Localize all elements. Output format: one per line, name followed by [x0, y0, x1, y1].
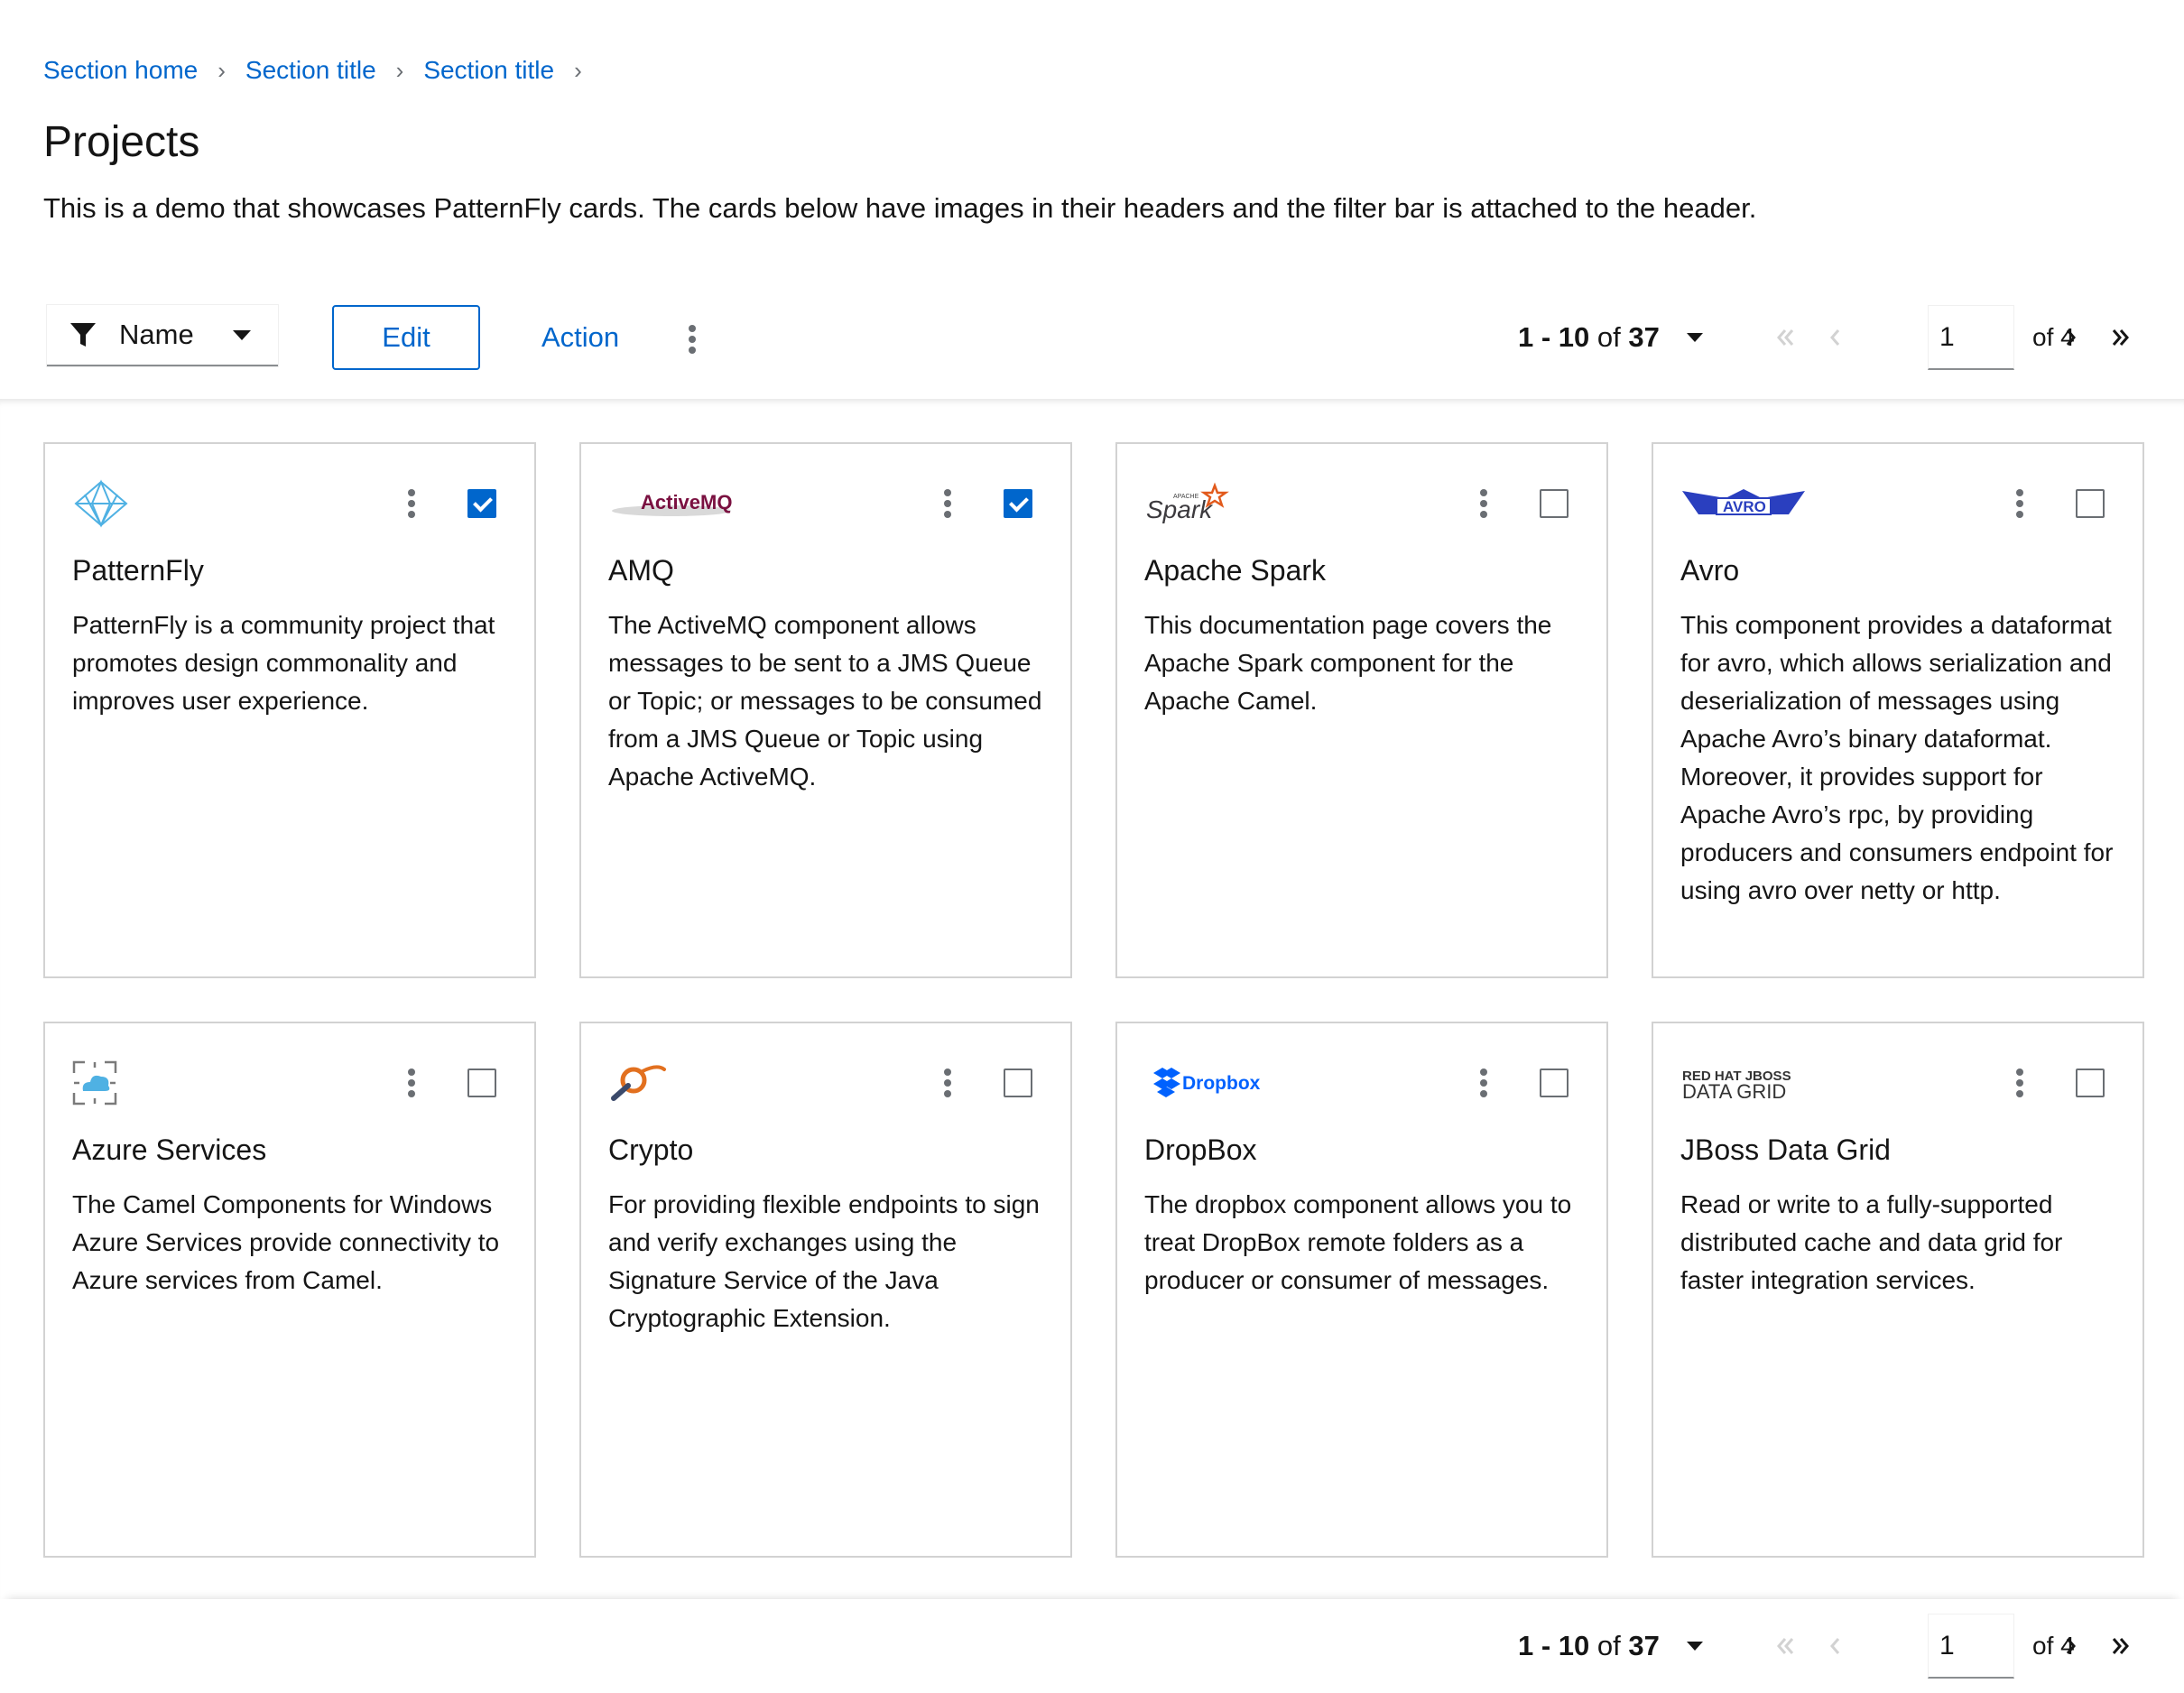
- angle-double-right-icon: [2112, 1638, 2129, 1654]
- page-header: Section home › Section title › Section t…: [0, 0, 2184, 399]
- card-body: This component provides a dataformat for…: [1680, 611, 2114, 904]
- caret-down-icon: [1686, 1642, 1703, 1651]
- caret-down-icon: [1686, 333, 1703, 342]
- card-select-checkbox[interactable]: [467, 1069, 496, 1097]
- card-crypto[interactable]: Crypto For providing flexible endpoints …: [579, 1022, 1072, 1558]
- page-title: Projects: [43, 118, 200, 166]
- chevron-right-icon: ›: [395, 56, 404, 84]
- angle-double-left-icon: [1777, 1638, 1794, 1654]
- card-title: Avro: [1680, 554, 1740, 587]
- angle-right-icon: [2066, 329, 2076, 346]
- card-body: Read or write to a fully-supported distr…: [1680, 1190, 2063, 1294]
- page-description: This is a demo that showcases PatternFly…: [43, 192, 1757, 224]
- previous-page-button[interactable]: [1818, 305, 1854, 370]
- chevron-right-icon: ›: [217, 56, 226, 84]
- edit-button[interactable]: Edit: [332, 305, 480, 370]
- card-avro[interactable]: AVRO Avro This component provides a data…: [1652, 442, 2144, 978]
- last-page-button[interactable]: [2103, 1614, 2139, 1679]
- card-select-checkbox[interactable]: [2076, 489, 2105, 518]
- card-kebab-icon[interactable]: [1475, 486, 1493, 522]
- card-amq[interactable]: ActiveMQ AMQ The ActiveMQ component allo…: [579, 442, 1072, 978]
- card-kebab-icon[interactable]: [403, 486, 421, 522]
- card-title: Azure Services: [72, 1133, 267, 1166]
- first-page-button[interactable]: [1767, 305, 1803, 370]
- pagination-options-toggle[interactable]: 1 - 10 of 37: [1518, 305, 1703, 370]
- next-page-button[interactable]: [2052, 1614, 2088, 1679]
- svg-text:Spark: Spark: [1146, 495, 1214, 523]
- next-page-button[interactable]: [2052, 305, 2088, 370]
- card-azure-services[interactable]: Azure Services The Camel Components for …: [43, 1022, 536, 1558]
- pagination-options-toggle[interactable]: 1 - 10 of 37: [1518, 1614, 1703, 1679]
- card-apache-spark[interactable]: APACHE Spark Apache Spark This documenta…: [1115, 442, 1608, 978]
- card-select-checkbox[interactable]: [2076, 1069, 2105, 1097]
- last-page-button[interactable]: [2103, 305, 2139, 370]
- action-button[interactable]: Action: [541, 305, 619, 370]
- breadcrumb-section-home[interactable]: Section home: [43, 56, 198, 85]
- current-page-input[interactable]: 1: [1928, 305, 2014, 370]
- breadcrumb-section-title-1[interactable]: Section title: [245, 56, 376, 85]
- card-title: JBoss Data Grid: [1680, 1133, 1891, 1166]
- svg-text:DATA GRID: DATA GRID: [1682, 1080, 1786, 1103]
- card-kebab-icon[interactable]: [2011, 486, 2029, 522]
- chevron-right-icon: ›: [574, 56, 582, 84]
- azure-logo: [72, 1058, 117, 1108]
- card-kebab-icon[interactable]: [403, 1065, 421, 1101]
- activemq-logo: ActiveMQ: [608, 478, 735, 529]
- card-body: The ActiveMQ component allows messages t…: [608, 611, 1042, 791]
- breadcrumb-section-title-2[interactable]: Section title: [423, 56, 554, 85]
- angle-double-right-icon: [2112, 329, 2129, 346]
- avro-logo: AVRO: [1680, 478, 1807, 529]
- card-select-checkbox[interactable]: [1540, 1069, 1569, 1097]
- previous-page-button[interactable]: [1818, 1614, 1854, 1679]
- svg-text:AVRO: AVRO: [1723, 498, 1766, 515]
- card-title: PatternFly: [72, 554, 204, 587]
- first-page-button[interactable]: [1767, 1614, 1803, 1679]
- card-kebab-icon[interactable]: [1475, 1065, 1493, 1101]
- pagination-count: 1 - 10 of 37: [1518, 321, 1660, 353]
- current-page-input[interactable]: 1: [1928, 1614, 2014, 1679]
- pagination-bottom: 1 - 10 of 37 1 of 4: [1518, 1614, 2132, 1679]
- card-title: DropBox: [1144, 1133, 1257, 1166]
- card-dropbox[interactable]: Dropbox DropBox The dropbox component al…: [1115, 1022, 1608, 1558]
- pagination-footer: 1 - 10 of 37 1 of 4: [0, 1599, 2184, 1693]
- card-kebab-icon[interactable]: [2011, 1065, 2029, 1101]
- breadcrumb: Section home › Section title › Section t…: [43, 56, 602, 85]
- filter-select-label: Name: [119, 319, 194, 350]
- angle-right-icon: [2066, 1638, 2076, 1654]
- card-patternfly[interactable]: PatternFly PatternFly is a community pro…: [43, 442, 536, 978]
- dropbox-logo: Dropbox: [1144, 1058, 1262, 1108]
- card-kebab-icon[interactable]: [939, 1065, 957, 1101]
- jboss-logo: RED HAT JBOSS DATA GRID: [1680, 1058, 1834, 1108]
- filter-icon: [70, 323, 96, 347]
- card-select-checkbox[interactable]: [1004, 489, 1032, 518]
- card-select-checkbox[interactable]: [1540, 489, 1569, 518]
- pagination-count: 1 - 10 of 37: [1518, 1630, 1660, 1661]
- spark-logo: APACHE Spark: [1144, 478, 1235, 529]
- crypto-logo: [608, 1058, 671, 1108]
- card-body: The dropbox component allows you to trea…: [1144, 1190, 1572, 1294]
- patternfly-logo: [72, 478, 130, 529]
- card-body: For providing flexible endpoints to sign…: [608, 1190, 1040, 1332]
- angle-left-icon: [1830, 329, 1840, 346]
- toolbar-kebab-icon[interactable]: [683, 321, 701, 357]
- pagination-top: 1 - 10 of 37 1 of 4: [1518, 305, 2132, 370]
- card-title: Apache Spark: [1144, 554, 1327, 587]
- caret-down-icon: [233, 330, 251, 340]
- svg-text:Dropbox: Dropbox: [1182, 1073, 1261, 1094]
- filter-select[interactable]: Name: [47, 305, 278, 366]
- angle-left-icon: [1830, 1638, 1840, 1654]
- card-title: Crypto: [608, 1133, 694, 1166]
- angle-double-left-icon: [1777, 329, 1794, 346]
- card-body: PatternFly is a community project that p…: [72, 611, 495, 715]
- card-title: AMQ: [608, 554, 674, 587]
- card-jboss-data-grid[interactable]: RED HAT JBOSS DATA GRID JBoss Data Grid …: [1652, 1022, 2144, 1558]
- card-body: The Camel Components for Windows Azure S…: [72, 1190, 500, 1294]
- card-select-checkbox[interactable]: [1004, 1069, 1032, 1097]
- card-gallery: PatternFly PatternFly is a community pro…: [0, 399, 2184, 1599]
- toolbar: Name Edit Action 1 - 10 of 37 1 of 4: [0, 298, 2184, 381]
- card-kebab-icon[interactable]: [939, 486, 957, 522]
- card-select-checkbox[interactable]: [467, 489, 496, 518]
- svg-text:ActiveMQ: ActiveMQ: [641, 491, 732, 513]
- card-body: This documentation page covers the Apach…: [1144, 611, 1552, 715]
